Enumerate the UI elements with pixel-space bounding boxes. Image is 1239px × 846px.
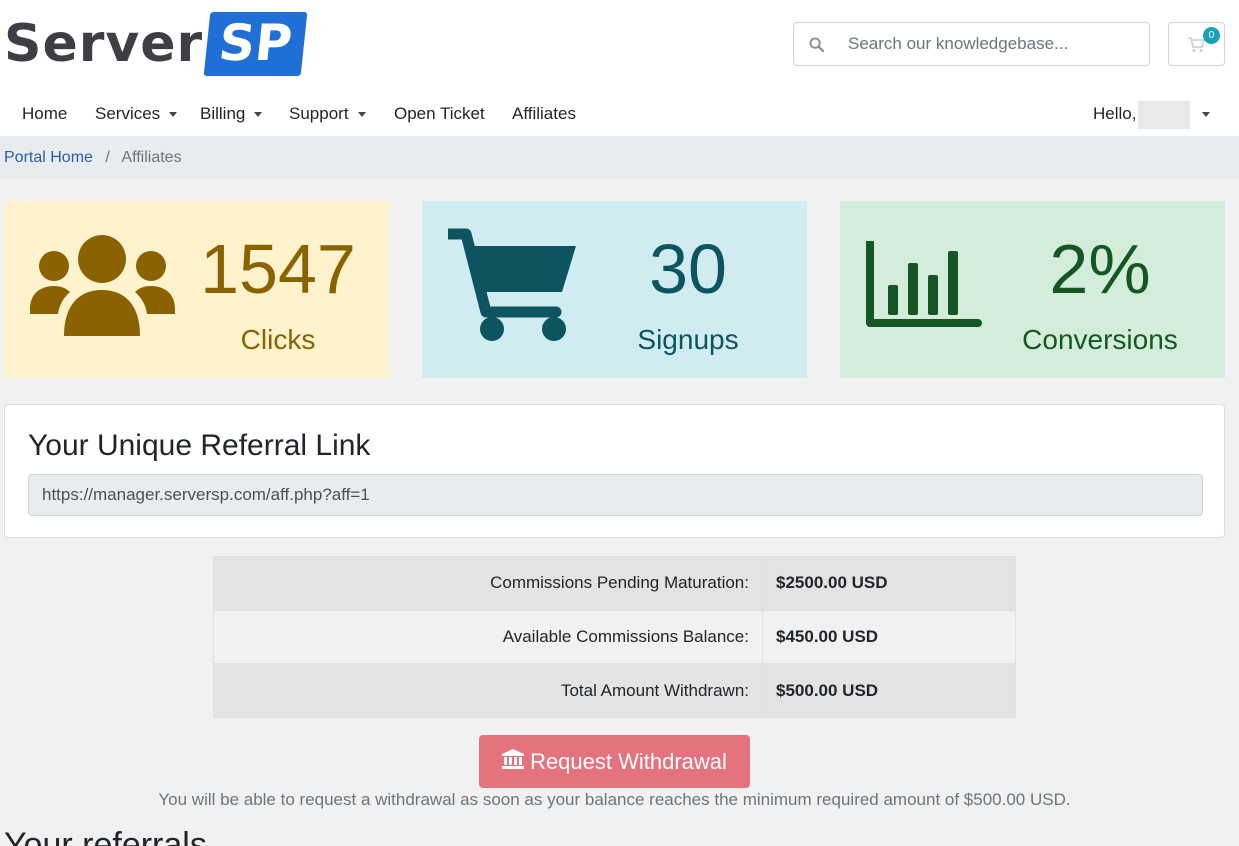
conversions-label: Conversions — [1022, 324, 1178, 355]
nav-home[interactable]: Home — [22, 92, 67, 136]
user-menu[interactable]: Hello, — [1093, 92, 1211, 136]
signups-value: 30 — [649, 230, 727, 308]
commission-label: Available Commissions Balance: — [213, 609, 763, 665]
cart-icon — [1187, 37, 1206, 58]
nav-support-label: Support — [289, 104, 349, 123]
logo-text: Server — [4, 14, 204, 74]
chevron-down-icon — [1202, 112, 1211, 118]
referrals-heading: Your referrals — [4, 826, 207, 846]
clicks-value: 1547 — [200, 230, 356, 308]
users-icon — [30, 234, 175, 341]
table-row: Available Commissions Balance: $450.00 U… — [213, 609, 1016, 665]
referral-title: Your Unique Referral Link — [28, 429, 371, 462]
table-row: Total Amount Withdrawn: $500.00 USD — [213, 663, 1016, 719]
bank-icon — [502, 748, 525, 775]
commissions-table: Commissions Pending Maturation: $2500.00… — [213, 556, 1016, 719]
nav-support[interactable]: Support — [289, 92, 366, 136]
nav-billing-label: Billing — [200, 104, 246, 123]
nav-services[interactable]: Services — [95, 92, 178, 136]
commission-value: $500.00 USD — [762, 663, 1016, 719]
cart-count-badge: 0 — [1203, 27, 1220, 44]
table-row: Commissions Pending Maturation: $2500.00… — [213, 556, 1016, 611]
withdrawal-note: You will be able to request a withdrawal… — [158, 790, 1071, 809]
commission-value: $2500.00 USD — [762, 556, 1016, 611]
search-input[interactable] — [838, 34, 1149, 54]
stat-card-clicks: 1547 Clicks — [4, 201, 389, 378]
bar-chart-icon — [866, 237, 982, 334]
clicks-label: Clicks — [240, 324, 316, 355]
breadcrumb-separator: / — [105, 149, 110, 166]
main-navbar: Home Services Billing Support Open Ticke… — [0, 92, 1239, 136]
nav-affiliates[interactable]: Affiliates — [512, 92, 576, 136]
conversions-value: 2% — [1049, 230, 1151, 308]
search-box — [793, 22, 1150, 66]
chevron-down-icon — [357, 112, 366, 118]
request-withdrawal-label: Request Withdrawal — [530, 748, 727, 774]
commission-value: $450.00 USD — [762, 609, 1016, 665]
username-redacted — [1138, 100, 1191, 129]
user-greeting: Hello, — [1093, 104, 1137, 123]
chevron-down-icon — [254, 112, 263, 118]
breadcrumb-home-link[interactable]: Portal Home — [4, 149, 93, 166]
shopping-cart-icon — [442, 228, 578, 347]
request-withdrawal-button[interactable]: Request Withdrawal — [479, 735, 750, 788]
stat-card-signups: 30 Signups — [422, 201, 807, 378]
logo-badge: SP — [203, 12, 308, 76]
referral-link-card: Your Unique Referral Link — [4, 404, 1225, 538]
nav-billing[interactable]: Billing — [200, 92, 263, 136]
commission-label: Commissions Pending Maturation: — [213, 556, 763, 611]
referral-link-field[interactable] — [28, 474, 1203, 516]
commission-label: Total Amount Withdrawn: — [213, 663, 763, 719]
breadcrumb-current: Affiliates — [121, 149, 182, 166]
cart-button[interactable]: 0 — [1168, 22, 1225, 66]
breadcrumb: Portal Home / Affiliates — [0, 136, 1239, 179]
signups-label: Signups — [637, 324, 739, 355]
stat-card-conversions: 2% Conversions — [840, 201, 1225, 378]
header: Server SP 0 — [0, 0, 1239, 92]
chevron-down-icon — [169, 112, 178, 118]
search-icon[interactable] — [794, 36, 838, 52]
nav-open-ticket[interactable]: Open Ticket — [394, 92, 485, 136]
nav-services-label: Services — [95, 104, 161, 123]
logo[interactable]: Server SP — [4, 10, 308, 78]
